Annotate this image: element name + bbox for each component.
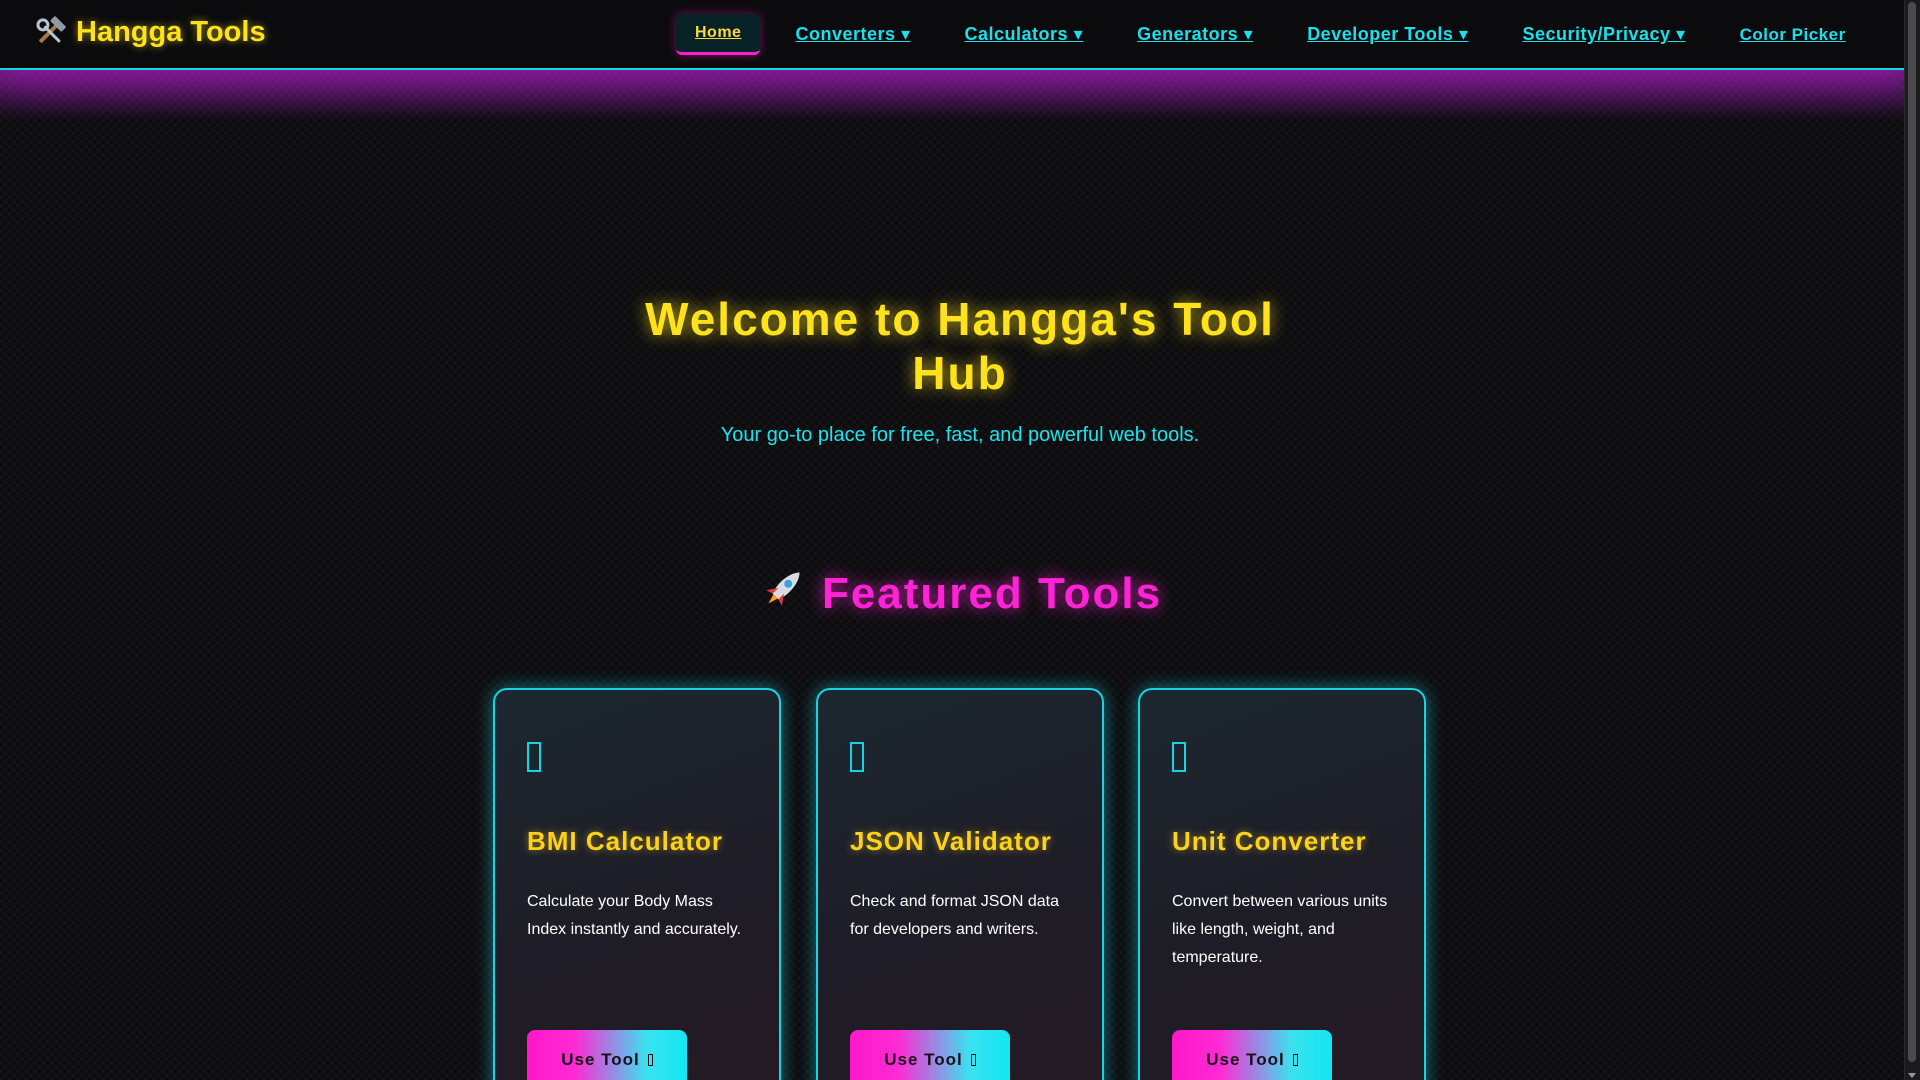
nav-generators[interactable]: Generators ▾ bbox=[1137, 24, 1253, 45]
header-glow bbox=[0, 70, 1905, 120]
nav-developer-tools[interactable]: Developer Tools ▾ bbox=[1307, 24, 1468, 45]
featured-title: Featured Tools bbox=[821, 568, 1163, 618]
use-tool-button[interactable]: Use Tool bbox=[527, 1030, 687, 1080]
brand-name: Hangga Tools bbox=[76, 15, 266, 48]
tool-card-bmi: BMI Calculator Calculate your Body Mass … bbox=[493, 688, 781, 1080]
use-tool-label: Use Tool bbox=[884, 1050, 963, 1069]
card-description: Check and format JSON data for developer… bbox=[850, 893, 1059, 938]
use-tool-button[interactable]: Use Tool bbox=[850, 1030, 1010, 1080]
vertical-scrollbar[interactable] bbox=[1904, 0, 1920, 1080]
nav-home[interactable]: Home bbox=[676, 14, 761, 55]
site-header: Hangga Tools Home Converters ▾ Calculato… bbox=[0, 0, 1905, 70]
tool-card-unit: Unit Converter Convert between various u… bbox=[1138, 688, 1426, 1080]
card-title: BMI Calculator bbox=[527, 826, 724, 856]
exchange-icon bbox=[1172, 742, 1186, 772]
main-nav: Home Converters ▾ Calculators ▾ Generato… bbox=[676, 14, 1846, 55]
scrollbar-thumb[interactable] bbox=[1908, 2, 1916, 1062]
card-description: Convert between various units like lengt… bbox=[1172, 893, 1388, 966]
hero-title: Welcome to Hangga's Tool Hub bbox=[645, 293, 1275, 399]
hammer-wrench-icon bbox=[32, 14, 68, 50]
nav-color-picker[interactable]: Color Picker bbox=[1740, 25, 1846, 45]
arrow-right-icon bbox=[647, 1054, 653, 1066]
arrow-right-icon bbox=[1292, 1054, 1298, 1066]
scroll-down-arrow-icon[interactable] bbox=[1908, 1073, 1916, 1078]
use-tool-button[interactable]: Use Tool bbox=[1172, 1030, 1332, 1080]
tool-card-json: JSON Validator Check and format JSON dat… bbox=[816, 688, 1104, 1080]
use-tool-label: Use Tool bbox=[1206, 1050, 1285, 1069]
card-title: JSON Validator bbox=[850, 826, 1052, 856]
featured-heading: Featured Tools bbox=[560, 562, 1360, 625]
arrow-right-icon bbox=[970, 1054, 976, 1066]
use-tool-label: Use Tool bbox=[561, 1050, 640, 1069]
brand-logo[interactable]: Hangga Tools bbox=[32, 14, 266, 50]
card-description: Calculate your Body Mass Index instantly… bbox=[527, 893, 742, 938]
nav-calculators[interactable]: Calculators ▾ bbox=[965, 24, 1084, 45]
nav-converters[interactable]: Converters ▾ bbox=[795, 24, 910, 45]
nav-security-privacy[interactable]: Security/Privacy ▾ bbox=[1522, 24, 1685, 45]
page: Hangga Tools Home Converters ▾ Calculato… bbox=[0, 0, 1905, 1080]
card-title: Unit Converter bbox=[1172, 826, 1367, 856]
code-icon bbox=[850, 742, 864, 772]
rocket-icon bbox=[758, 562, 810, 625]
calculator-icon bbox=[527, 742, 541, 772]
hero-subtitle: Your go-to place for free, fast, and pow… bbox=[720, 424, 1200, 446]
